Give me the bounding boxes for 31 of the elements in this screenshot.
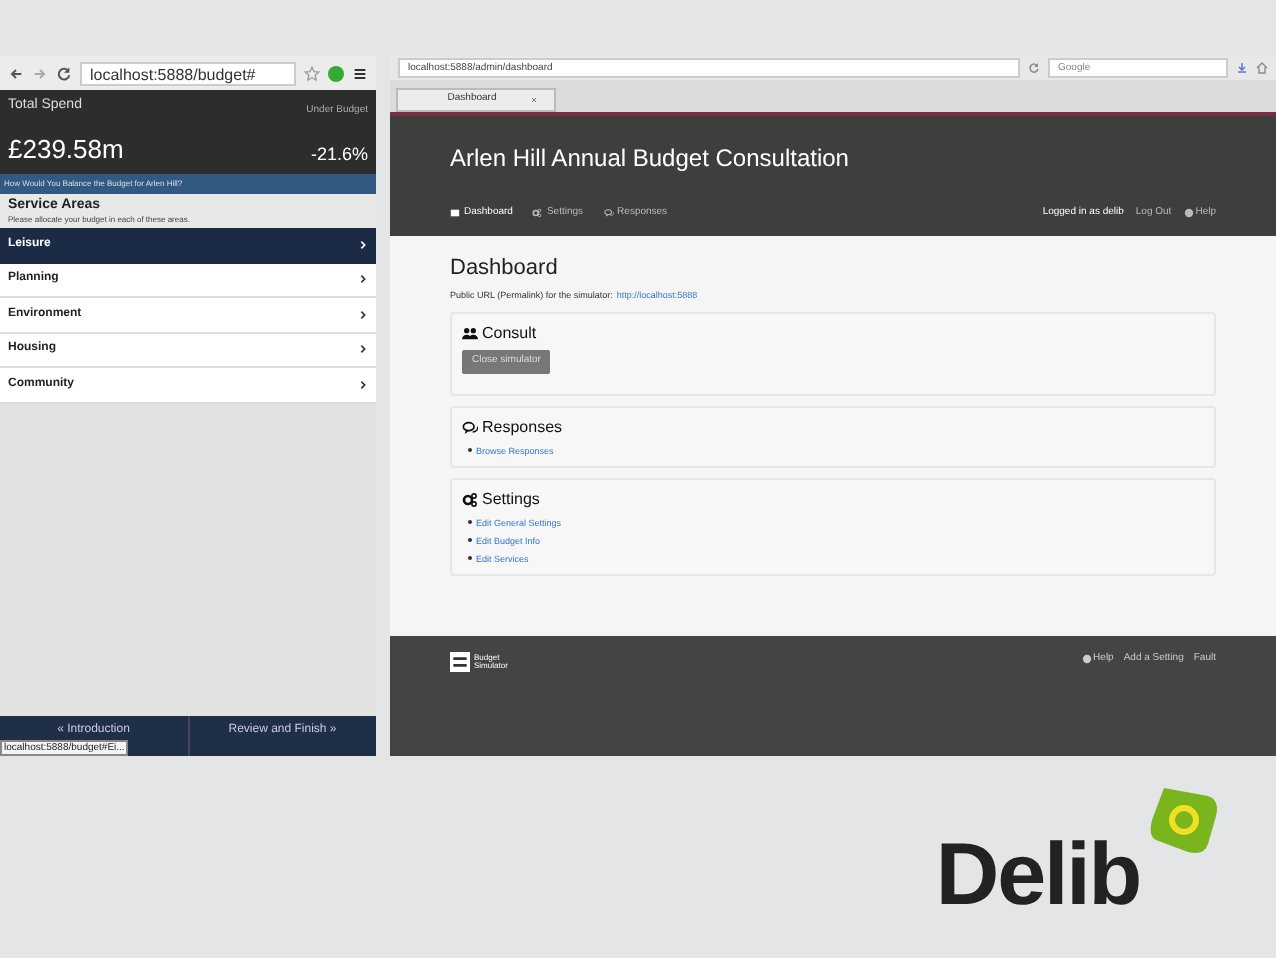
panel-title: Settings (482, 487, 540, 512)
extension-icon[interactable] (328, 65, 344, 81)
download-icon[interactable] (1236, 62, 1248, 74)
page-heading: Dashboard (450, 254, 560, 284)
back-icon[interactable] (8, 65, 24, 81)
speech-bubbles-icon (603, 207, 614, 218)
total-spend-value: £239.58m (8, 131, 124, 167)
speech-bubbles-icon (462, 419, 478, 436)
chevron-icon (358, 344, 368, 355)
chevron-icon (358, 379, 368, 390)
gears-icon (532, 207, 543, 218)
forward-icon[interactable] (32, 65, 48, 81)
address-bar[interactable]: localhost:5888/budget# (80, 61, 296, 85)
site-title: Arlen Hill Annual Budget Consultation (450, 142, 851, 176)
gears-icon (462, 491, 478, 508)
panel-title: Responses (482, 415, 563, 440)
reload-icon[interactable] (1028, 62, 1040, 74)
home-icon[interactable] (1256, 62, 1268, 74)
users-icon (462, 326, 478, 343)
reload-icon[interactable] (56, 65, 72, 81)
star-icon[interactable] (304, 65, 320, 81)
panel-title: Consult (482, 322, 537, 347)
budget-change-value: -21.6% (310, 141, 368, 167)
chevron-icon (358, 240, 368, 251)
close-icon[interactable] (530, 96, 538, 104)
brand-logo-text: Delib (935, 832, 1140, 920)
chevron-icon (358, 274, 368, 285)
menu-icon[interactable] (352, 65, 368, 81)
chevron-icon (358, 309, 368, 320)
logo-icon (1148, 784, 1220, 856)
budget-simulator-logo-icon (450, 652, 470, 672)
